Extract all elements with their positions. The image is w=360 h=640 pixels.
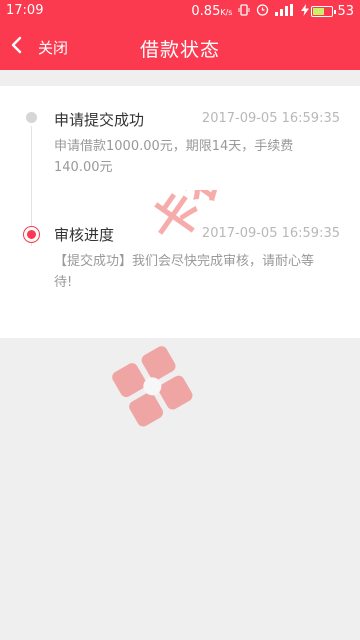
charging-icon — [301, 3, 310, 20]
loan-status-card: 申请提交成功 2017-09-05 16:59:35 申请借款1000.00元，… — [0, 86, 360, 338]
network-speed-value: 0.85 — [191, 4, 221, 19]
status-time: 17:09 — [6, 3, 44, 18]
vibrate-icon — [238, 3, 250, 20]
status-right-group: 0.85K/s 53 — [191, 3, 354, 20]
step-time: 2017-09-05 16:59:35 — [201, 111, 340, 126]
battery-level: 53 — [337, 4, 354, 19]
network-speed: 0.85K/s — [191, 4, 232, 19]
step-time: 2017-09-05 16:59:35 — [201, 226, 340, 241]
step-title: 审核进度 — [54, 226, 115, 244]
step-description: 【提交成功】我们会尽快完成审核，请耐心等待! — [54, 254, 315, 290]
signal-icon — [275, 3, 295, 20]
step-description: 申请借款1000.00元，期限14天，手续费140.00元 — [54, 139, 294, 175]
step-current-dot — [23, 226, 40, 243]
network-speed-unit: K/s — [220, 8, 233, 17]
navigation-bar: 关闭 借款状态 — [0, 24, 360, 70]
page-title: 借款状态 — [139, 39, 220, 61]
battery-icon — [311, 6, 337, 17]
step-completed-dot — [26, 112, 37, 123]
alarm-clock-icon — [256, 3, 269, 20]
status-bar: 17:09 0.85K/s 53 — [0, 0, 360, 24]
battery-fill — [313, 8, 325, 15]
step-title: 申请提交成功 — [54, 111, 145, 129]
